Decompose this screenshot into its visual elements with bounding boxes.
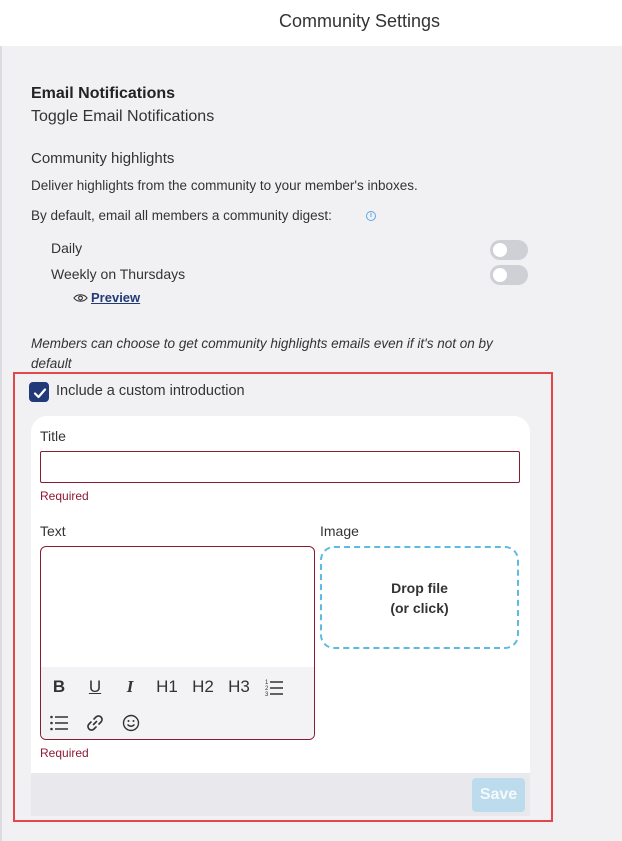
italic-button[interactable]: I — [118, 675, 142, 699]
bullet-list-button[interactable] — [47, 711, 71, 735]
custom-intro-label: Include a custom introduction — [56, 383, 245, 399]
daily-toggle-label: Daily — [51, 240, 83, 256]
left-border — [0, 46, 2, 841]
default-digest-text: By default, email all members a communit… — [31, 208, 332, 223]
eye-icon — [73, 293, 88, 302]
page-header: Community Settings — [0, 0, 622, 46]
toggle-knob — [493, 268, 507, 282]
emoji-icon — [122, 714, 140, 732]
ordered-list-button[interactable]: 1 2 3 — [262, 675, 286, 699]
editor-toolbar: B U I H1 H2 H3 1 2 3 — [41, 667, 314, 739]
custom-intro-checkbox[interactable] — [29, 382, 49, 402]
h1-button[interactable]: H1 — [154, 675, 180, 699]
checkmark-icon — [33, 388, 47, 399]
title-label: Title — [40, 428, 66, 444]
card-footer — [31, 773, 530, 816]
image-label: Image — [320, 523, 359, 539]
preview-link-wrap[interactable]: Preview — [73, 290, 140, 305]
svg-text:3: 3 — [265, 692, 269, 697]
info-icon[interactable]: i — [366, 211, 376, 221]
text-editor: B U I H1 H2 H3 1 2 3 — [40, 546, 315, 740]
title-input[interactable] — [40, 451, 520, 483]
text-required-error: Required — [40, 746, 89, 760]
h3-button[interactable]: H3 — [226, 675, 252, 699]
community-highlights-title: Community highlights — [31, 150, 175, 167]
bold-button[interactable]: B — [47, 675, 71, 699]
weekly-toggle-label: Weekly on Thursdays — [51, 266, 186, 282]
email-notifications-heading: Email Notifications — [31, 85, 176, 102]
members-note: Members can choose to get community high… — [31, 336, 493, 371]
h2-button[interactable]: H2 — [190, 675, 216, 699]
daily-toggle[interactable] — [490, 240, 528, 260]
email-notifications-subheading: Toggle Email Notifications — [31, 108, 215, 125]
toggle-knob — [493, 243, 507, 257]
emoji-button[interactable] — [119, 711, 143, 735]
text-editor-area[interactable] — [41, 547, 314, 667]
title-required-error: Required — [40, 489, 89, 503]
community-highlights-description: Deliver highlights from the community to… — [31, 178, 418, 193]
link-icon — [87, 715, 103, 731]
link-button[interactable] — [83, 711, 107, 735]
preview-link[interactable]: Preview — [91, 290, 140, 305]
text-label: Text — [40, 523, 66, 539]
custom-intro-card: Title Required Text Image B U I H1 H2 H3… — [31, 416, 530, 816]
ordered-list-icon: 1 2 3 — [265, 680, 283, 697]
bullet-list-icon — [50, 715, 68, 731]
page-title: Community Settings — [279, 11, 441, 31]
drop-zone-line2: (or click) — [390, 599, 449, 616]
image-drop-zone[interactable]: Drop file (or click) — [320, 546, 519, 649]
drop-zone-line1: Drop file — [391, 579, 448, 596]
underline-button[interactable]: U — [83, 675, 107, 699]
weekly-toggle[interactable] — [490, 265, 528, 285]
save-button[interactable]: Save — [472, 778, 525, 812]
